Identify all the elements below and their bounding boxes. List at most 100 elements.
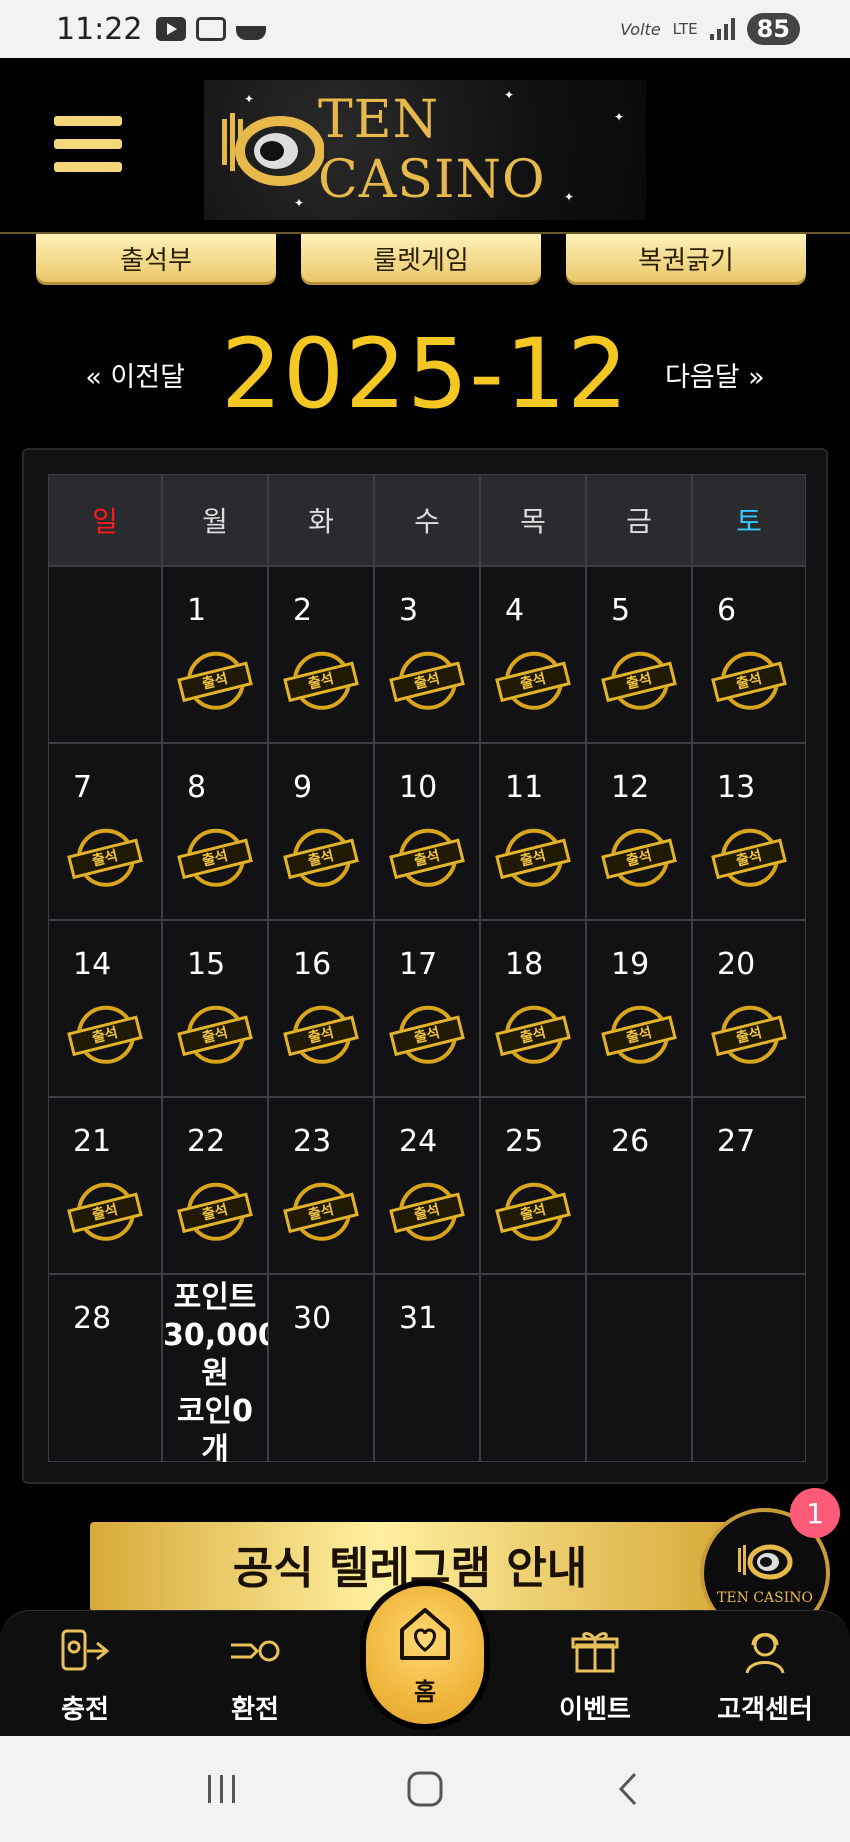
- nav-home-label: 홈: [413, 1677, 437, 1706]
- battery-level: 85: [746, 13, 800, 45]
- tab-lottery[interactable]: 복권긁기: [566, 234, 806, 282]
- day-number: 27: [717, 1124, 756, 1159]
- day-number: 18: [505, 947, 544, 982]
- day-number: 25: [505, 1124, 544, 1159]
- nav-support-label: 고객센터: [717, 1695, 813, 1725]
- day-number: 17: [399, 947, 438, 982]
- calendar-day-cell[interactable]: 16 출석: [268, 920, 374, 1097]
- calendar-day-cell[interactable]: 18 출석: [480, 920, 586, 1097]
- calendar-day-cell[interactable]: 5 출석: [586, 566, 692, 743]
- calendar-day-cell[interactable]: 11 출석: [480, 743, 586, 920]
- calendar-grid: 일월화수목금토 1 출석 2 출석 3 출석 4 출석 5 출석 6 출석 7 출석 8 출석 9 출석 10 출석 1…: [48, 474, 806, 1467]
- prev-month-link[interactable]: « 이전달: [85, 355, 185, 394]
- calendar-day-cell[interactable]: 8 출석: [162, 743, 268, 920]
- nav-event[interactable]: 이벤트: [530, 1627, 660, 1726]
- calendar-day-cell[interactable]: 17 출석: [374, 920, 480, 1097]
- tab-roulette[interactable]: 룰렛게임: [301, 234, 541, 282]
- day-number: 12: [611, 770, 650, 805]
- hamburger-menu-icon[interactable]: [54, 116, 122, 172]
- nav-event-label: 이벤트: [559, 1695, 631, 1725]
- day-number: 15: [187, 947, 226, 982]
- calendar-day-cell[interactable]: 25 출석: [480, 1097, 586, 1274]
- attendance-stamp-icon: 출석: [67, 828, 143, 891]
- day-number: 16: [293, 947, 332, 982]
- weekday-header-cell: 화: [268, 474, 374, 566]
- tab-attendance[interactable]: 출석부: [36, 234, 276, 282]
- attendance-stamp-icon: 출석: [283, 651, 359, 714]
- logo-text: TEN CASINO: [318, 90, 546, 210]
- calendar-day-cell[interactable]: 20 출석: [692, 920, 806, 1097]
- recent-apps-icon[interactable]: [202, 1769, 242, 1809]
- current-month: 2025-12: [220, 318, 630, 430]
- day-number: 26: [611, 1124, 650, 1159]
- floating-logo-text: TEN CASINO: [717, 1590, 813, 1606]
- back-icon[interactable]: [608, 1769, 648, 1809]
- day-number: 9: [293, 770, 313, 805]
- status-system-icons: Volte LTE 85: [620, 13, 800, 45]
- home-heart-icon: [394, 1604, 456, 1666]
- calendar-day-cell[interactable]: 26: [586, 1097, 692, 1274]
- attendance-stamp-icon: 출석: [711, 828, 787, 891]
- day-number: 13: [717, 770, 756, 805]
- calendar-day-cell[interactable]: 2 출석: [268, 566, 374, 743]
- day-number: 22: [187, 1124, 226, 1159]
- next-month-link[interactable]: 다음달 »: [665, 355, 765, 394]
- ten-casino-logo[interactable]: ✦ ✦ ✦ ✦ ✦ TEN CASINO: [204, 80, 646, 220]
- attendance-stamp-icon: 출석: [389, 828, 465, 891]
- system-navigation-bar: [0, 1736, 850, 1842]
- exchange-icon: [227, 1627, 283, 1675]
- calendar-day-cell[interactable]: 22 출석: [162, 1097, 268, 1274]
- attendance-stamp-icon: 출석: [67, 1182, 143, 1245]
- attendance-stamp-icon: 출석: [177, 1005, 253, 1068]
- attendance-calendar: 일월화수목금토 1 출석 2 출석 3 출석 4 출석 5 출석 6 출석 7 출석 8 출석 9 출석 10 출석 1…: [22, 448, 828, 1484]
- gift-icon: [567, 1627, 623, 1675]
- calendar-day-cell[interactable]: 10 출석: [374, 743, 480, 920]
- nav-exchange[interactable]: 환전: [190, 1627, 320, 1726]
- calendar-day-cell[interactable]: 19 출석: [586, 920, 692, 1097]
- calendar-day-cell[interactable]: 6 출석: [692, 566, 806, 743]
- calendar-day-cell[interactable]: 14 출석: [48, 920, 162, 1097]
- notification-count-badge[interactable]: 1: [790, 1488, 840, 1538]
- attendance-stamp-icon: 출석: [495, 828, 571, 891]
- day-number: 23: [293, 1124, 332, 1159]
- calendar-day-cell[interactable]: 12 출석: [586, 743, 692, 920]
- day-number: 31: [399, 1301, 438, 1336]
- weekday-header-cell: 수: [374, 474, 480, 566]
- calendar-week-row: 21 출석 22 출석 23 출석 24 출석 25 출석 26 27: [48, 1097, 806, 1274]
- calendar-day-cell[interactable]: 15 출석: [162, 920, 268, 1097]
- day-number: 24: [399, 1124, 438, 1159]
- calendar-day-cell[interactable]: 31: [374, 1274, 480, 1462]
- calendar-day-cell[interactable]: 7 출석: [48, 743, 162, 920]
- nav-deposit[interactable]: 충전: [20, 1627, 150, 1726]
- attendance-stamp-icon: 출석: [389, 1005, 465, 1068]
- nav-home-button[interactable]: 홈: [360, 1580, 490, 1730]
- attendance-stamp-icon: 출석: [283, 828, 359, 891]
- day-number: 28: [73, 1301, 112, 1336]
- calendar-day-cell[interactable]: 1 출석: [162, 566, 268, 743]
- weekday-header-row: 일월화수목금토: [48, 474, 806, 566]
- calendar-day-cell[interactable]: 27: [692, 1097, 806, 1274]
- calendar-day-cell[interactable]: 30: [268, 1274, 374, 1462]
- calendar-day-cell[interactable]: 포인트 30,000 원 코인0 개: [162, 1274, 279, 1467]
- calendar-day-cell[interactable]: 21 출석: [48, 1097, 162, 1274]
- screenshot-icon: [196, 17, 227, 41]
- attendance-stamp-icon: 출석: [177, 651, 253, 714]
- home-system-icon[interactable]: [405, 1769, 445, 1809]
- calendar-day-cell[interactable]: 23 출석: [268, 1097, 374, 1274]
- calendar-week-row: 14 출석 15 출석 16 출석 17 출석 18 출석 19 출석 20 출석: [48, 920, 806, 1097]
- calendar-day-cell[interactable]: 3 출석: [374, 566, 480, 743]
- calendar-day-cell[interactable]: 13 출석: [692, 743, 806, 920]
- calendar-day-cell[interactable]: 28: [48, 1274, 162, 1462]
- attendance-tabs: 출석부 룰렛게임 복권긁기: [36, 234, 806, 282]
- attendance-stamp-icon: 출석: [495, 1005, 571, 1068]
- attendance-stamp-icon: 출석: [495, 651, 571, 714]
- calendar-day-cell[interactable]: 24 출석: [374, 1097, 480, 1274]
- nav-support[interactable]: 고객센터: [700, 1627, 830, 1726]
- day-number: 11: [505, 770, 544, 805]
- app-header: ✦ ✦ ✦ ✦ ✦ TEN CASINO: [0, 58, 850, 234]
- logo-emblem-icon: [214, 95, 325, 205]
- calendar-day-cell[interactable]: 4 출석: [480, 566, 586, 743]
- signal-icon: [709, 18, 735, 40]
- calendar-day-cell: [480, 1274, 586, 1462]
- calendar-day-cell[interactable]: 9 출석: [268, 743, 374, 920]
